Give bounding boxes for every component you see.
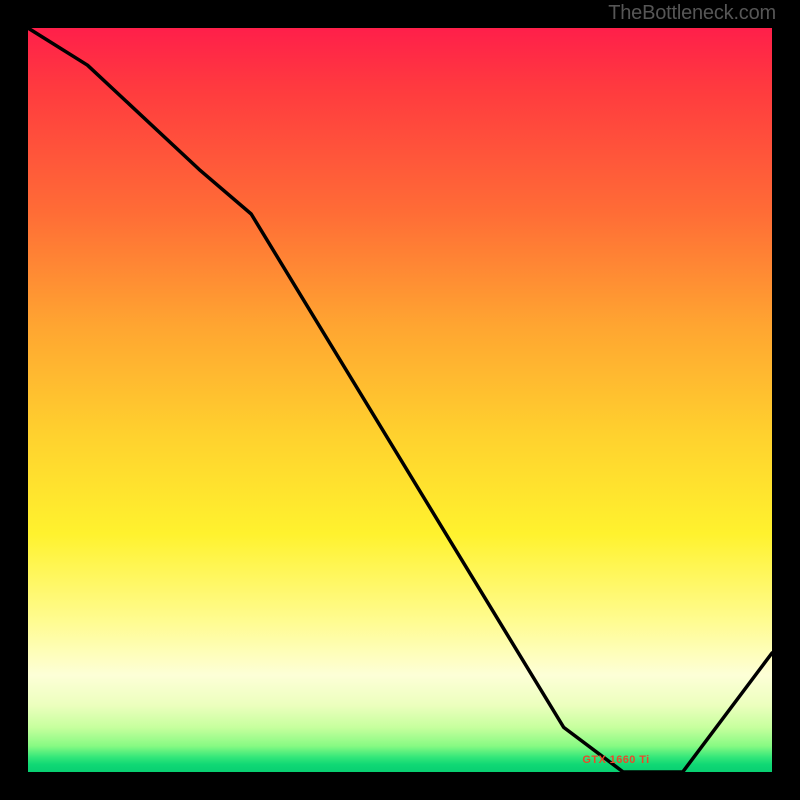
- plot-area: GTX 1660 Ti: [28, 28, 772, 772]
- gpu-marker-label: GTX 1660 Ti: [582, 754, 649, 766]
- chart-container: TheBottleneck.com GTX 1660 Ti: [0, 0, 800, 800]
- watermark-text: TheBottleneck.com: [608, 2, 776, 25]
- bottleneck-curve: [28, 28, 772, 772]
